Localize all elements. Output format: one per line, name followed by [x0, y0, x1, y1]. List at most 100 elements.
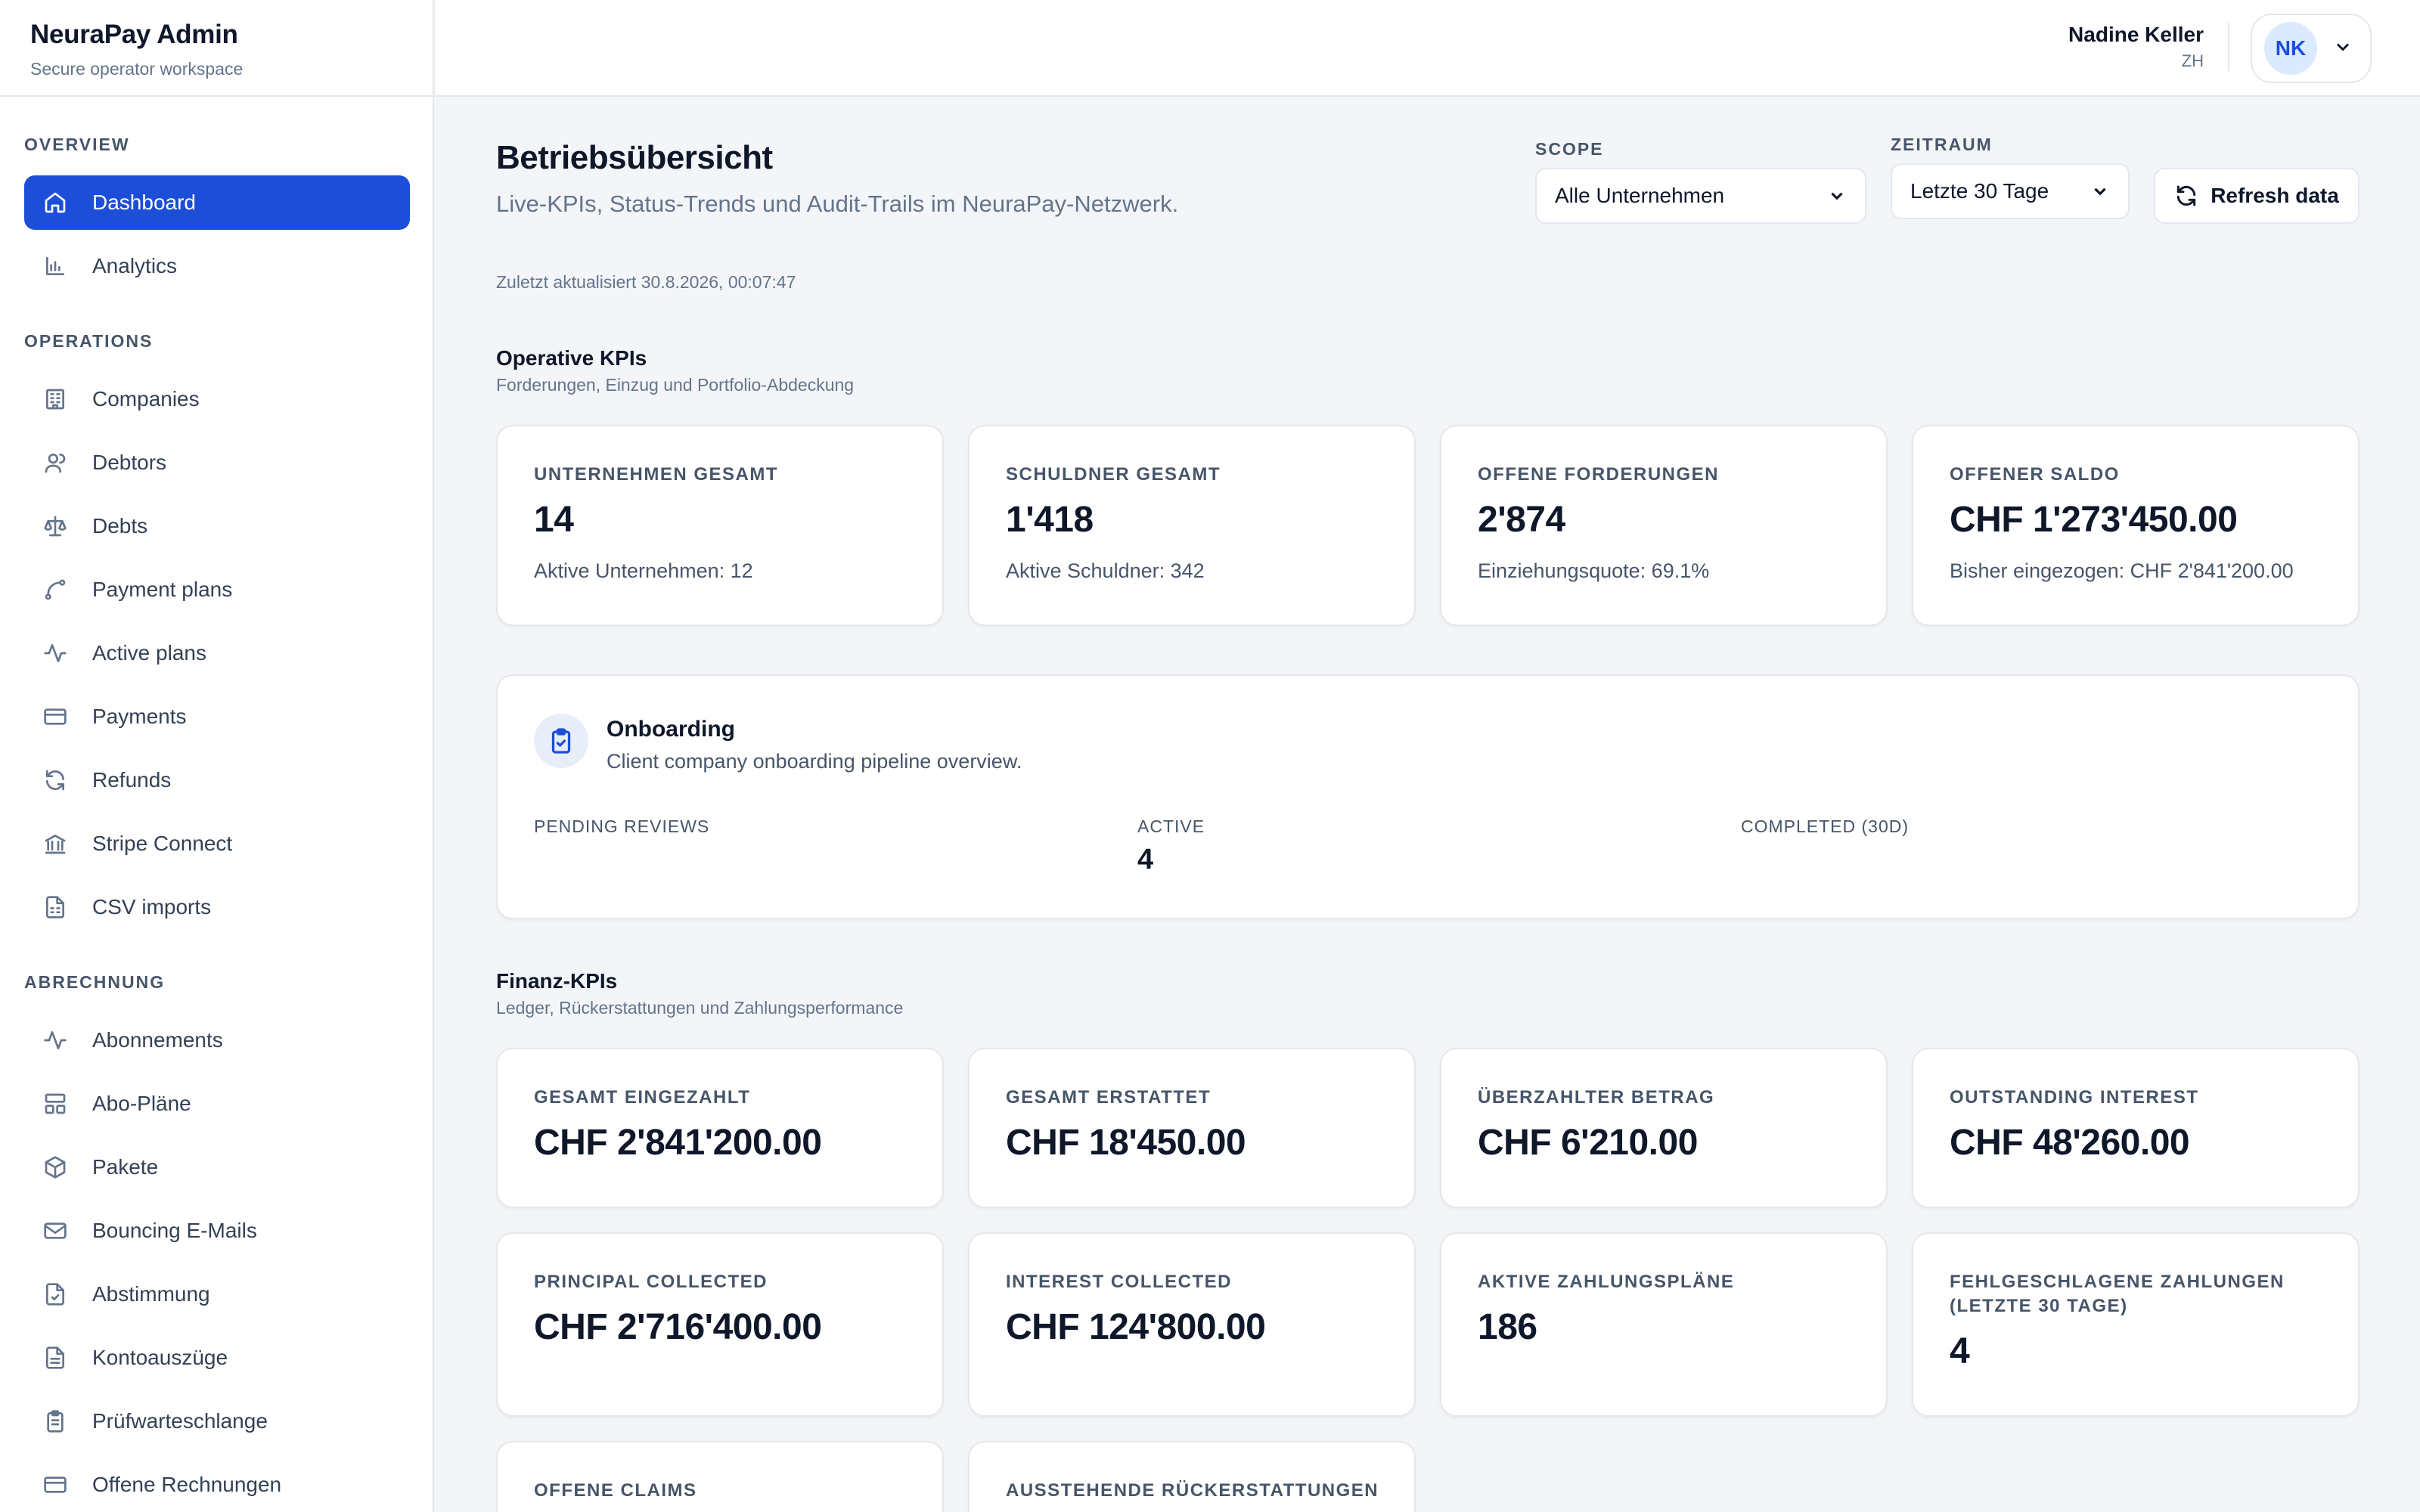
refresh-data-label: Refresh data — [2211, 184, 2339, 207]
sidebar-item-stripe-connect[interactable]: Stripe Connect — [24, 816, 410, 871]
brand: NeuraPay Admin Secure operator workspace — [0, 0, 433, 97]
header-divider — [2228, 23, 2229, 71]
scale-icon — [42, 513, 68, 539]
period-select[interactable]: Letzte 30 Tage — [1891, 163, 2130, 219]
brand-subtitle: Secure operator workspace — [30, 59, 244, 79]
onboarding-subtitle: Client company onboarding pipeline overv… — [607, 750, 1022, 773]
finance-card-fehlgeschlagene-zahlungen: FEHLGESCHLAGENE ZAHLUNGEN (LETZTE 30 TAG… — [1912, 1232, 2360, 1417]
file-check-icon — [42, 1281, 68, 1307]
main-content: Betriebsübersicht Live-KPIs, Status-Tren… — [436, 97, 2420, 1512]
kpi-value: CHF 18'450.00 — [1006, 1123, 1246, 1163]
onboarding-stat-value: 4 — [1137, 844, 1154, 875]
sidebar-item-debts[interactable]: Debts — [24, 499, 410, 553]
route-icon — [42, 577, 68, 603]
brand-title: NeuraPay Admin — [30, 20, 238, 49]
sidebar-item-label: Prüfwarteschlange — [92, 1409, 268, 1433]
sidebar-item-label: Stripe Connect — [92, 832, 233, 855]
kpi-label: SCHULDNER GESAMT — [1006, 464, 1221, 485]
sidebar-item-offene-rechnungen[interactable]: Offene Rechnungen — [24, 1458, 410, 1512]
kpi-label: GESAMT EINGEZAHLT — [534, 1087, 751, 1108]
sidebar-item-companies[interactable]: Companies — [24, 372, 410, 426]
sidebar-item-debtors[interactable]: Debtors — [24, 435, 410, 490]
chevron-down-icon — [2094, 187, 2106, 196]
sidebar-item-label: Analytics — [92, 254, 178, 277]
refresh-icon — [42, 767, 68, 793]
sidebar-item-csv-imports[interactable]: CSV imports — [24, 880, 410, 934]
sidebar-item-label: Active plans — [92, 641, 206, 665]
sidebar-item-label: Kontoauszüge — [92, 1346, 228, 1369]
kpi-label: ÜBERZAHLTER BETRAG — [1478, 1087, 1715, 1108]
kpi-value: CHF 2'716'400.00 — [534, 1307, 822, 1347]
onboarding-stat-label: PENDING REVIEWS — [534, 816, 710, 836]
user-location: ZH — [2181, 51, 2204, 70]
page-subtitle: Live-KPIs, Status-Trends und Audit-Trail… — [496, 191, 1179, 217]
sidebar-item-dashboard[interactable]: Dashboard — [24, 175, 410, 230]
sidebar-item-refunds[interactable]: Refunds — [24, 753, 410, 807]
kpi-label: PRINCIPAL COLLECTED — [534, 1272, 768, 1292]
sidebar-item-kontoauszuege[interactable]: Kontoauszüge — [24, 1331, 410, 1385]
mail-warning-icon — [42, 1218, 68, 1244]
sidebar-item-abstimmung[interactable]: Abstimmung — [24, 1267, 410, 1321]
kpi-card-offener-saldo: OFFENER SALDO CHF 1'273'450.00 Bisher ei… — [1912, 425, 2360, 626]
file-text-icon — [42, 1345, 68, 1371]
sidebar-item-pakete[interactable]: Pakete — [24, 1140, 410, 1194]
user-menu-button[interactable]: NK — [2251, 14, 2372, 83]
sidebar-item-label: Refunds — [92, 768, 172, 792]
sidebar-item-abo-plaene[interactable]: Abo-Pläne — [24, 1077, 410, 1131]
last-updated: Zuletzt aktualisiert 30.8.2026, 00:07:47 — [496, 272, 796, 292]
kpi-value: 2'874 — [1478, 500, 1565, 540]
kpi-value: CHF 124'800.00 — [1006, 1307, 1266, 1347]
finance-card-outstanding-interest: OUTSTANDING INTEREST CHF 48'260.00 — [1912, 1048, 2360, 1208]
sidebar-item-label: Companies — [92, 387, 200, 411]
kpi-label: AKTIVE ZAHLUNGSPLÄNE — [1478, 1272, 1735, 1292]
finance-card-ueberzahlter-betrag: ÜBERZAHLTER BETRAG CHF 6'210.00 — [1440, 1048, 1888, 1208]
sidebar-item-abonnements[interactable]: Abonnements — [24, 1013, 410, 1067]
period-select-value: Letzte 30 Tage — [1910, 179, 2049, 203]
credit-card-icon — [42, 704, 68, 730]
finance-card-interest-collected: INTEREST COLLECTED CHF 124'800.00 — [968, 1232, 1416, 1417]
kpi-value: CHF 1'273'450.00 — [1950, 500, 2238, 540]
kpi-label: AUSSTEHENDE RÜCKERSTATTUNGEN — [1006, 1480, 1379, 1501]
kpi-value: CHF 2'841'200.00 — [534, 1123, 822, 1163]
nav-section-operations: OPERATIONS — [24, 331, 154, 351]
kpi-label: UNTERNEHMEN GESAMT — [534, 464, 779, 485]
operative-kpis-title: Operative KPIs — [496, 346, 647, 370]
scope-select-value: Alle Unternehmen — [1555, 184, 1725, 207]
home-icon — [42, 190, 68, 215]
sidebar-item-label: Pakete — [92, 1155, 159, 1179]
operative-kpis-subtitle: Forderungen, Einzug und Portfolio-Abdeck… — [496, 375, 855, 395]
sidebar-item-active-plans[interactable]: Active plans — [24, 626, 410, 680]
file-spreadsheet-icon — [42, 894, 68, 920]
onboarding-title: Onboarding — [607, 717, 735, 742]
kpi-card-offene-forderungen: OFFENE FORDERUNGEN 2'874 Einziehungsquot… — [1440, 425, 1888, 626]
avatar: NK — [2264, 22, 2317, 75]
sidebar-item-label: Payments — [92, 705, 187, 728]
sidebar-item-payments[interactable]: Payments — [24, 689, 410, 744]
sidebar-item-payment-plans[interactable]: Payment plans — [24, 562, 410, 617]
nav-section-overview: OVERVIEW — [24, 135, 130, 154]
kpi-value: 1'418 — [1006, 500, 1094, 540]
kpi-label: GESAMT ERSTATTET — [1006, 1087, 1212, 1108]
kpi-label: OUTSTANDING INTEREST — [1950, 1087, 2199, 1108]
kpi-note: Aktive Unternehmen: 12 — [534, 559, 753, 582]
refresh-data-button[interactable]: Refresh data — [2154, 168, 2360, 224]
users-icon — [42, 450, 68, 476]
sidebar-item-label: Offene Rechnungen — [92, 1473, 282, 1496]
scope-label: SCOPE — [1535, 139, 1604, 159]
kpi-label: OFFENE FORDERUNGEN — [1478, 464, 1720, 485]
sidebar-item-bouncing-emails[interactable]: Bouncing E-Mails — [24, 1204, 410, 1258]
onboarding-stat-label: COMPLETED (30D) — [1741, 816, 1910, 836]
scope-select[interactable]: Alle Unternehmen — [1535, 168, 1866, 224]
kpi-label: OFFENE CLAIMS — [534, 1480, 697, 1501]
finance-card-aktive-zahlungsplaene: AKTIVE ZAHLUNGSPLÄNE 186 — [1440, 1232, 1888, 1417]
clipboard-check-icon — [534, 714, 588, 768]
activity-icon — [42, 640, 68, 666]
kpi-value: 14 — [534, 500, 574, 540]
sidebar-item-label: Abstimmung — [92, 1282, 210, 1306]
sidebar-item-analytics[interactable]: Analytics — [24, 239, 410, 293]
layout-icon — [42, 1091, 68, 1117]
clipboard-list-icon — [42, 1408, 68, 1434]
period-label: ZEITRAUM — [1891, 135, 1993, 154]
onboarding-card: Onboarding Client company onboarding pip… — [496, 674, 2360, 919]
sidebar-item-pruefwarteschlange[interactable]: Prüfwarteschlange — [24, 1394, 410, 1448]
